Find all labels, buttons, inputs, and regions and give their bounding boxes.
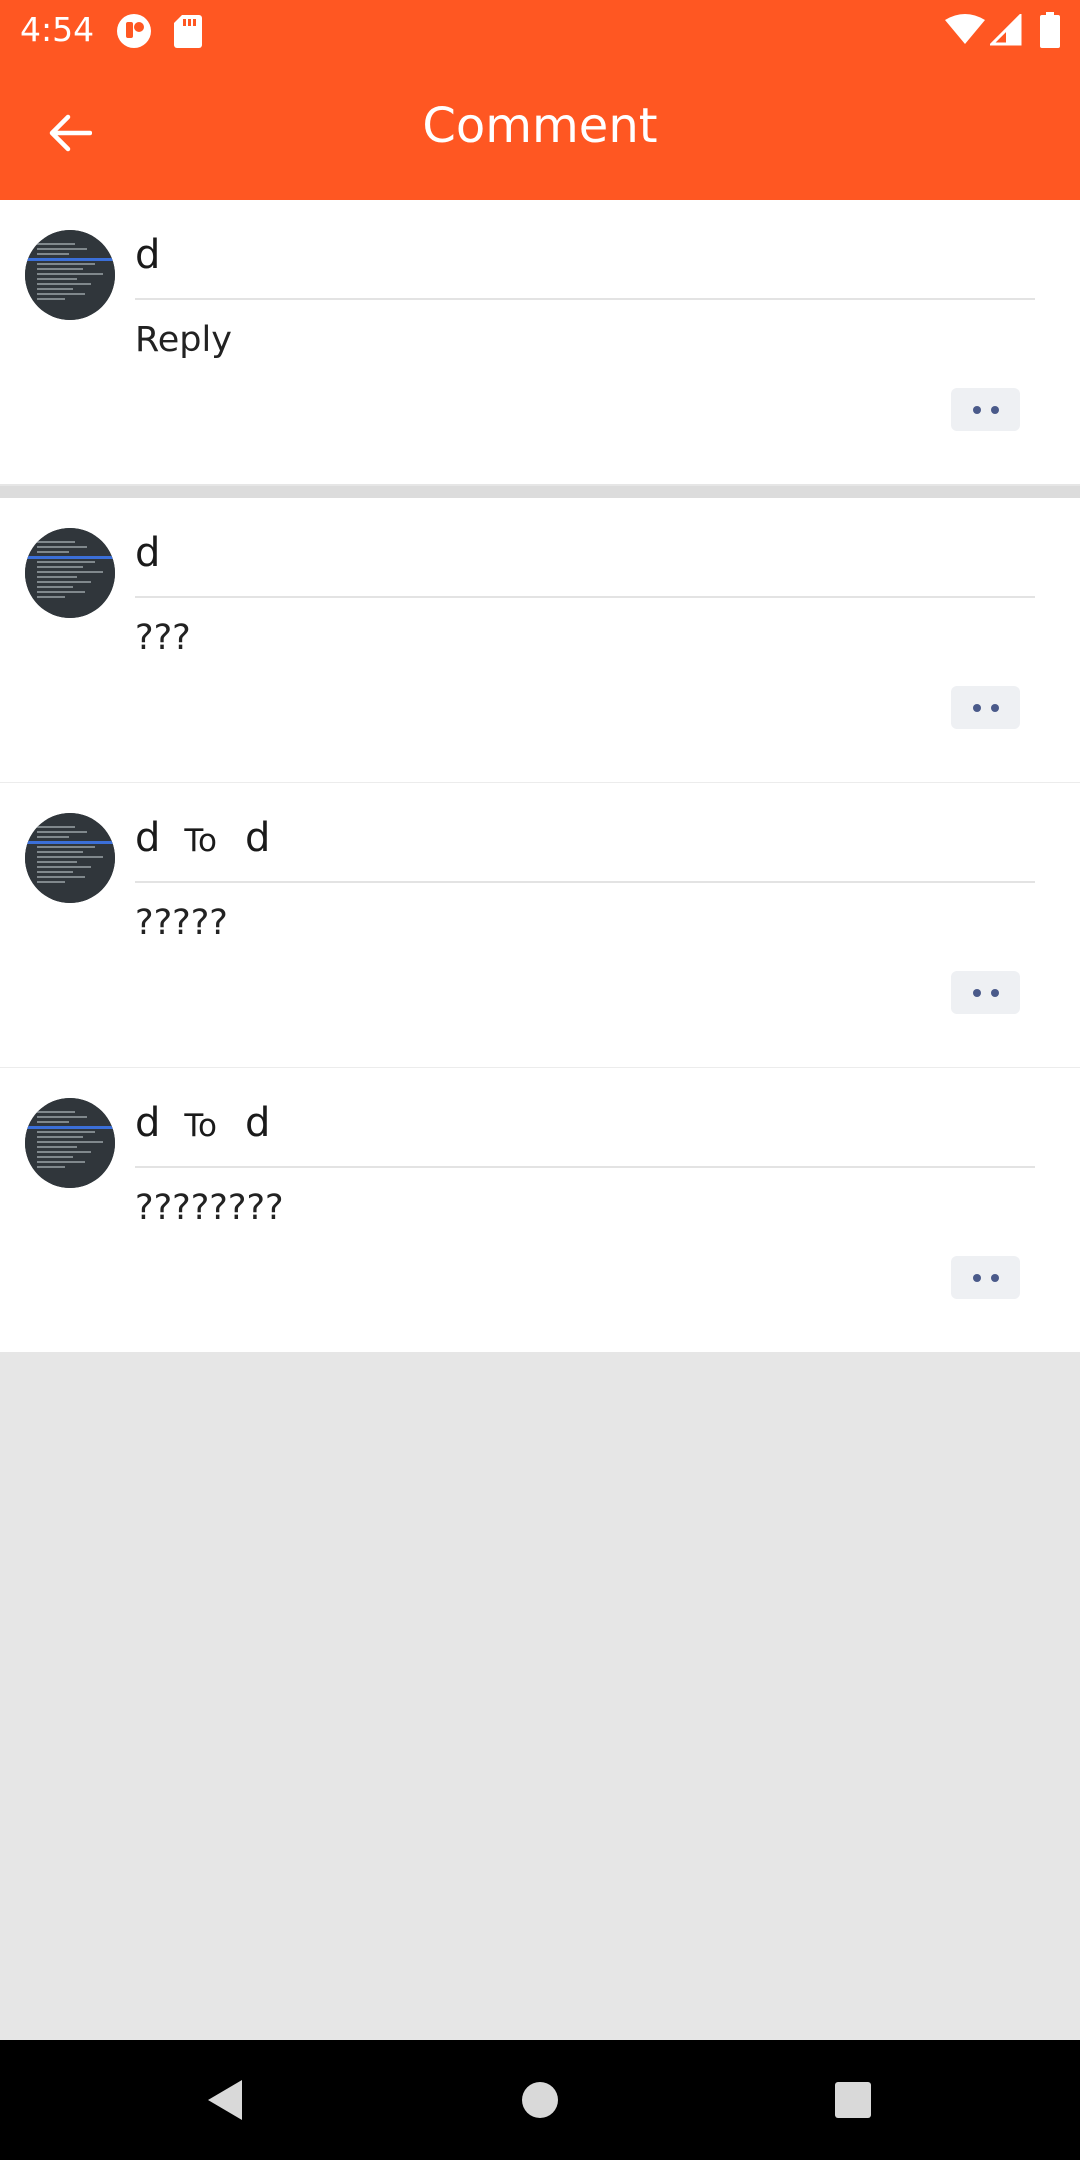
- comment-card[interactable]: d To d ?????: [0, 783, 1080, 1067]
- author-line: d To d: [135, 815, 270, 867]
- app-bar: Comment: [0, 63, 1080, 200]
- wifi-icon: [945, 14, 985, 44]
- more-dots-icon: [990, 988, 999, 997]
- section-separator: [0, 486, 1080, 498]
- comment-card[interactable]: d To d ????????: [0, 1068, 1080, 1352]
- more-options-button[interactable]: [951, 388, 1020, 431]
- author-name[interactable]: d: [135, 815, 160, 861]
- more-dots-icon: [972, 988, 981, 997]
- comment-text: ???: [135, 618, 191, 658]
- sd-card-icon: [174, 15, 202, 48]
- nav-back-icon[interactable]: [190, 2070, 260, 2130]
- avatar-image: [25, 1098, 115, 1188]
- battery-icon: [1040, 12, 1060, 48]
- divider: [135, 1166, 1035, 1168]
- to-label: To: [184, 1108, 218, 1144]
- comment-text: Reply: [135, 320, 232, 360]
- divider: [135, 881, 1035, 883]
- status-time: 4:54: [20, 10, 95, 49]
- divider: [135, 298, 1035, 300]
- more-dots-icon: [990, 703, 999, 712]
- nav-home-icon[interactable]: [505, 2065, 575, 2135]
- comment-text: ?????: [135, 903, 228, 943]
- avatar-image: [25, 528, 115, 618]
- signal-icon: [990, 14, 1022, 46]
- more-dots-icon: [990, 405, 999, 414]
- avatar[interactable]: [25, 230, 115, 320]
- avatar[interactable]: [25, 1098, 115, 1188]
- notification-icon: [117, 14, 151, 48]
- author-name[interactable]: d: [135, 530, 160, 576]
- avatar-image: [25, 230, 115, 320]
- screen: 4:54 Comment d Reply d ??? d To d ????? …: [0, 0, 1080, 2160]
- more-dots-icon: [972, 703, 981, 712]
- top-bar: 4:54 Comment: [0, 0, 1080, 200]
- avatar[interactable]: [25, 813, 115, 903]
- page-title: Comment: [422, 98, 658, 154]
- reply-target-name[interactable]: d: [245, 1100, 270, 1146]
- more-dots-icon: [972, 1273, 981, 1282]
- status-bar: 4:54: [0, 0, 1080, 63]
- author-name[interactable]: d: [135, 232, 160, 278]
- avatar-image: [25, 813, 115, 903]
- more-options-button[interactable]: [951, 686, 1020, 729]
- author-line: d: [135, 232, 160, 284]
- more-options-button[interactable]: [951, 1256, 1020, 1299]
- to-label: To: [184, 823, 218, 859]
- comment-card[interactable]: d ???: [0, 498, 1080, 782]
- reply-target-name[interactable]: d: [245, 815, 270, 861]
- author-line: d To d: [135, 1100, 270, 1152]
- comment-text: ????????: [135, 1188, 284, 1228]
- more-options-button[interactable]: [951, 971, 1020, 1014]
- nav-recents-icon[interactable]: [818, 2065, 888, 2135]
- comment-card[interactable]: d Reply: [0, 200, 1080, 484]
- more-dots-icon: [972, 405, 981, 414]
- avatar[interactable]: [25, 528, 115, 618]
- author-line: d: [135, 530, 160, 582]
- navigation-bar: [0, 2040, 1080, 2160]
- author-name[interactable]: d: [135, 1100, 160, 1146]
- divider: [135, 596, 1035, 598]
- more-dots-icon: [990, 1273, 999, 1282]
